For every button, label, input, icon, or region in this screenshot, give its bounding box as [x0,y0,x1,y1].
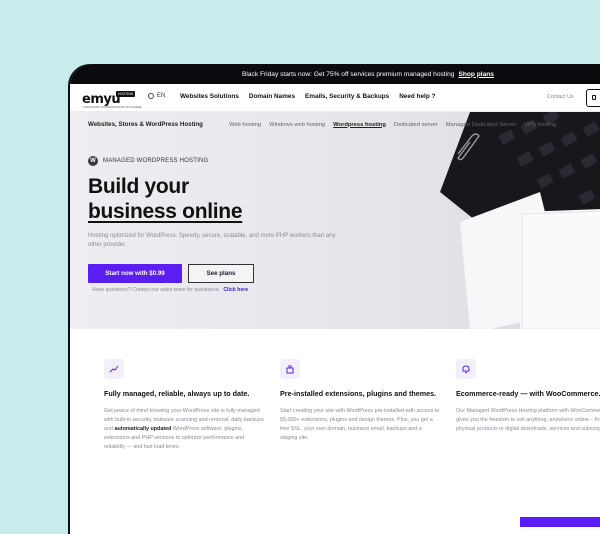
title-line-1: Build your [88,175,189,198]
wordpress-icon: W [88,156,98,166]
title-line-2: business online [88,200,243,223]
promo-text: Black Friday starts now: Get 75% off ser… [242,70,455,78]
bell-icon [456,359,476,379]
laptop-keyboard-image [440,112,600,272]
logo-tagline: YOUR DIGITAL FOUNDATION WITH NO CHARGE [82,106,142,109]
paper-sheet-image [520,209,600,329]
language-selector[interactable]: EN [148,93,165,99]
hero-section: Websites, Stores & WordPress Hosting Web… [70,112,600,329]
eyebrow-text: MANAGED WORDPRESS HOSTING [103,158,209,164]
logo-badge: HOSTING [116,91,136,97]
menu-item-need-help[interactable]: Need help ? [399,93,435,100]
browser-viewport: Black Friday starts now: Get 75% off ser… [70,64,600,534]
paper-sheet-image [460,192,570,329]
subnav-item-managed-dedicated[interactable]: Managed Dedicated Server [446,122,517,128]
subnav-heading: Websites, Stores & WordPress Hosting [88,121,203,128]
subnav-item-web-hosting[interactable]: Web hosting [229,122,261,128]
click-here-link[interactable]: Click here [223,287,248,293]
sub-navigation: Websites, Stores & WordPress Hosting Web… [88,121,556,128]
subnav-item-dedicated-server[interactable]: Dedicated server [394,122,438,128]
chart-icon [104,359,124,379]
paperclip-image [457,133,480,161]
menu-item-websites-solutions[interactable]: Websites Solutions [180,93,239,100]
lock-icon [592,95,596,100]
feature-title: Fully managed, reliable, always up to da… [104,389,250,398]
language-label: EN [157,93,166,99]
top-navigation: emyu HOSTING YOUR DIGITAL FOUNDATION WIT… [70,84,600,112]
logo-wordmark: emyu [82,92,121,107]
help-text: Have questions? Contact our sales team f… [92,287,248,293]
feature-title: Pre-installed extensions, plugins and th… [280,389,437,398]
feature-body: Get peace of mind knowing your WordPress… [104,408,264,450]
globe-icon [148,93,154,99]
feature-body: Our Managed WordPress Hosting platform w… [456,408,600,432]
plugin-icon [280,359,300,379]
chat-button[interactable] [520,517,600,527]
shop-plans-link[interactable]: Shop plans [458,71,494,78]
feature-card: Fully managed, reliable, always up to da… [104,359,264,452]
feature-body: Start creating your site with WordPress … [280,408,440,441]
page-title: Build your business online [88,174,243,224]
contact-us-link[interactable]: Contact Us [547,94,574,100]
menu-item-emails-security[interactable]: Emails, Security & Backups [305,93,389,100]
promo-banner: Black Friday starts now: Get 75% off ser… [70,64,600,84]
see-plans-button[interactable]: See plans [188,264,254,283]
hero-description: Hosting optimized for WordPress. Speedy,… [88,233,336,248]
feature-title: Ecommerce-ready — with WooCommerce. [456,389,600,398]
help-text-body: Have questions? Contact our sales team f… [92,287,221,293]
features-section: Fully managed, reliable, always up to da… [70,329,600,534]
feature-card: Ecommerce-ready — with WooCommerce. Our … [456,359,600,434]
menu-item-domain-names[interactable]: Domain Names [249,93,295,100]
subnav-item-windows-hosting[interactable]: Windows web hosting [269,122,325,128]
feature-card: Pre-installed extensions, plugins and th… [280,359,440,443]
account-button[interactable] [586,89,600,107]
hero-eyebrow: W MANAGED WORDPRESS HOSTING [88,156,208,166]
logo[interactable]: emyu HOSTING YOUR DIGITAL FOUNDATION WIT… [82,90,141,109]
main-menu: Websites Solutions Domain Names Emails, … [180,93,435,100]
subnav-item-wordpress-hosting[interactable]: Wordpress hosting [333,122,386,128]
subnav-item-vps-hosting[interactable]: VPS hosting [524,122,556,128]
start-now-button[interactable]: Start now with $0.99 [88,264,182,283]
